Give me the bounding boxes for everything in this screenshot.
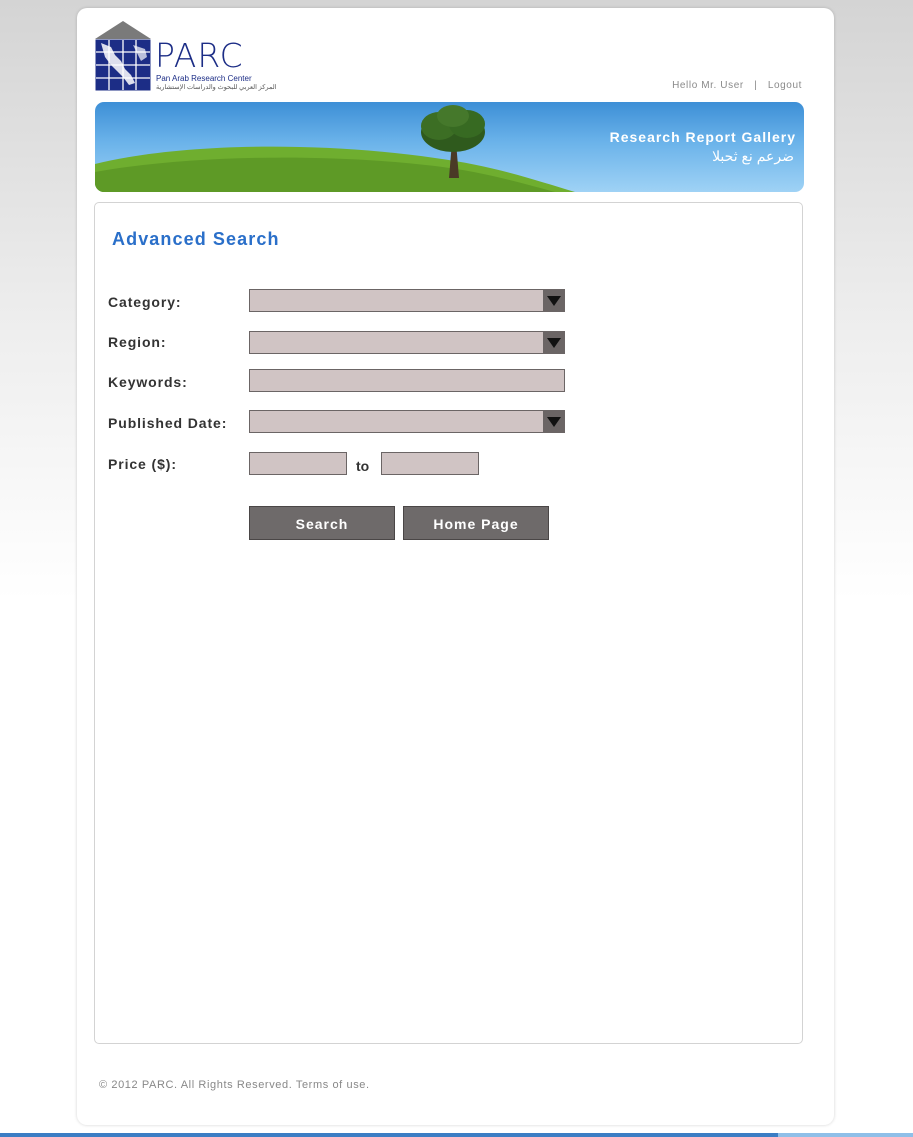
terms-of-use-link[interactable]: Terms of use. (296, 1079, 370, 1091)
published-date-label: Published Date: (108, 415, 228, 431)
dropdown-arrow-icon[interactable] (543, 332, 564, 353)
header-banner: Research Report Gallery ضرعم نع ثحبلا (95, 102, 804, 192)
user-bar: Hello Mr. User | Logout (672, 80, 802, 91)
search-panel: Advanced Search Category: Region: Keywor… (94, 202, 803, 1044)
parc-logo[interactable]: PARC Pan Arab Research Center المركز الع… (95, 21, 277, 93)
search-button[interactable]: Search (249, 506, 395, 540)
banner-title: Research Report Gallery (609, 129, 796, 145)
price-label: Price ($): (108, 456, 177, 472)
category-label: Category: (108, 294, 182, 310)
banner-title-arabic: ضرعم نع ثحبلا (712, 148, 794, 164)
logo-tagline: Pan Arab Research Center (156, 74, 252, 83)
logo-tagline-arabic: المركز العربي للبحوث والدراسات الإستشاري… (156, 84, 277, 91)
bottom-strip-highlight (778, 1133, 913, 1137)
keywords-input[interactable] (249, 369, 565, 392)
logo-wordmark: PARC (155, 36, 244, 75)
user-bar-separator: | (754, 80, 758, 91)
footer: © 2012 PARC. All Rights Reserved. Terms … (99, 1079, 370, 1091)
logo-map-icon (95, 21, 151, 91)
page-title: Advanced Search (112, 229, 280, 249)
copyright-text: © 2012 PARC. All Rights Reserved. (99, 1079, 293, 1091)
home-page-button[interactable]: Home Page (403, 506, 549, 540)
price-from-input[interactable] (249, 452, 347, 475)
logout-link[interactable]: Logout (768, 80, 802, 91)
region-select[interactable] (249, 331, 565, 354)
price-to-input[interactable] (381, 452, 479, 475)
banner-landscape-image (95, 105, 575, 192)
keywords-label: Keywords: (108, 374, 188, 390)
page-container: PARC Pan Arab Research Center المركز الع… (77, 8, 834, 1125)
category-select[interactable] (249, 289, 565, 312)
bottom-strip (0, 1133, 913, 1137)
dropdown-arrow-icon[interactable] (543, 411, 564, 432)
dropdown-arrow-icon[interactable] (543, 290, 564, 311)
price-to-label: to (356, 458, 370, 474)
user-greeting: Hello Mr. User (672, 80, 744, 91)
published-date-select[interactable] (249, 410, 565, 433)
region-label: Region: (108, 334, 167, 350)
